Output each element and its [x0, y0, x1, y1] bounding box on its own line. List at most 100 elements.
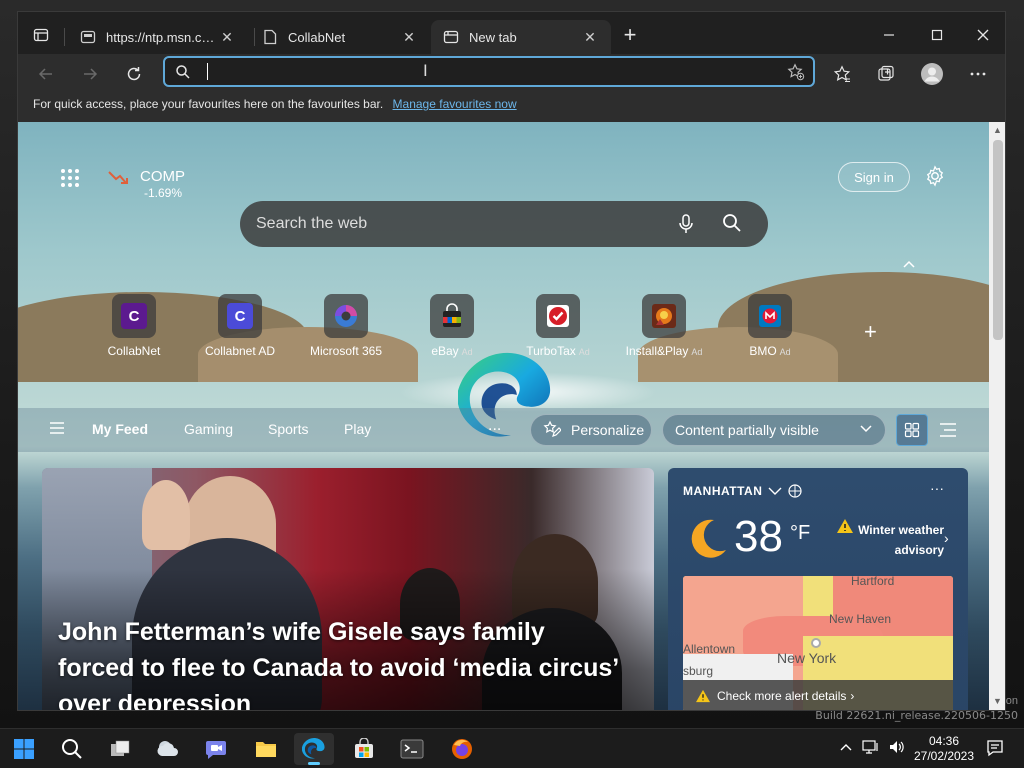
tab-new-tab[interactable]: New tab ✕ [431, 20, 611, 54]
weather-more-options-button[interactable]: ··· [930, 480, 944, 496]
ad-badge: Ad [578, 347, 590, 357]
task-view-button[interactable] [100, 733, 140, 765]
collections-button[interactable] [870, 58, 902, 90]
top-news-card[interactable]: John Fetterman’s wife Gisele says family… [42, 468, 654, 710]
tab-play[interactable]: Play [344, 421, 371, 437]
tab-sports[interactable]: Sports [268, 421, 308, 437]
stock-ticker[interactable]: COMP -1.69% [108, 168, 185, 200]
file-explorer-button[interactable] [246, 733, 286, 765]
personalize-button[interactable]: Personalize [530, 414, 652, 446]
microsoft-store-button[interactable] [344, 733, 384, 765]
edge-browser-window: https://ntp.msn.com/edge/ntp ✕ CollabNet… [17, 11, 1006, 711]
back-button[interactable] [30, 58, 62, 90]
scrollbar-thumb[interactable] [993, 140, 1003, 340]
tab-my-feed[interactable]: My Feed [92, 421, 148, 437]
taskbar-search-button[interactable] [52, 733, 92, 765]
quicklink-label: CollabNet [107, 344, 161, 358]
search-icon [175, 64, 191, 85]
map-label-new-haven: New Haven [829, 612, 892, 626]
ebay-bag-icon [430, 294, 474, 338]
page-settings-button[interactable] [924, 165, 946, 192]
weather-location[interactable]: MANHATTAN [683, 484, 802, 498]
map-label-new-york: New York [777, 650, 837, 666]
close-icon[interactable]: ✕ [400, 29, 418, 46]
close-icon[interactable]: ✕ [218, 29, 236, 46]
system-clock[interactable]: 04:36 27/02/2023 [912, 734, 976, 764]
chevron-right-icon[interactable]: › [944, 530, 949, 546]
address-input[interactable] [205, 58, 765, 85]
forward-button[interactable] [74, 58, 106, 90]
close-icon[interactable]: ✕ [581, 29, 599, 46]
show-hidden-icons-chevron-up-icon[interactable] [840, 739, 852, 757]
scroll-down-arrow-icon[interactable]: ▼ [993, 696, 1002, 706]
list-layout-button[interactable] [932, 414, 964, 446]
clock-date: 27/02/2023 [913, 749, 975, 763]
quicklink-collabnet[interactable]: C CollabNet [89, 294, 179, 358]
content-visibility-dropdown[interactable]: Content partially visible [662, 414, 886, 446]
store-bag-icon [355, 738, 373, 758]
new-tab-button[interactable]: + [618, 24, 642, 48]
check-alert-details-link[interactable]: Check more alert details › [683, 680, 953, 710]
quicklink-label: eBay [431, 344, 459, 358]
add-site-plus-icon[interactable]: + [864, 319, 877, 345]
firefox-button[interactable] [442, 733, 482, 765]
collapse-quicklinks-chevron-up-icon[interactable] [902, 256, 916, 272]
widgets-button[interactable] [148, 733, 188, 765]
manage-favourites-link[interactable]: Manage favourites now [393, 97, 517, 111]
weather-card[interactable]: MANHATTAN ··· 38 °F Winter weather advis… [668, 468, 968, 710]
terminal-button[interactable] [392, 733, 432, 765]
grid-layout-icon [904, 422, 920, 438]
grid-layout-button[interactable] [896, 414, 928, 446]
address-bar[interactable]: I [163, 56, 815, 87]
search-icon[interactable] [722, 213, 742, 238]
edge-taskbar-button[interactable] [294, 733, 334, 765]
maximize-button[interactable] [914, 20, 960, 50]
page-scrollbar[interactable]: ▲ ▼ [989, 122, 1005, 710]
ad-badge: Ad [779, 347, 791, 357]
minimize-button[interactable] [866, 20, 912, 50]
weather-alert[interactable]: Winter weather advisory [832, 520, 944, 560]
microsoft-365-icon [324, 294, 368, 338]
feed-more-button[interactable]: ... [488, 417, 501, 435]
tab-gaming[interactable]: Gaming [184, 421, 233, 437]
collections-icon [878, 65, 894, 81]
weather-alert-map[interactable]: Hartford New Haven Allentown New York sb… [683, 576, 953, 710]
collabnet-ad-icon: C [218, 294, 262, 338]
volume-icon[interactable] [888, 739, 906, 760]
refresh-button[interactable] [118, 58, 150, 90]
web-search-box[interactable] [240, 201, 768, 247]
hamburger-menu-icon[interactable] [50, 421, 64, 439]
maximize-icon [931, 29, 943, 41]
windows-logo-icon [14, 739, 34, 759]
desktop-edge-text: on [1005, 695, 1018, 707]
network-icon[interactable] [862, 739, 880, 760]
start-button[interactable] [4, 733, 44, 765]
close-window-button[interactable] [960, 20, 1005, 50]
profile-button[interactable] [916, 58, 948, 90]
tab-actions-button[interactable] [26, 22, 56, 48]
back-arrow-icon [38, 68, 52, 80]
tab-msn[interactable]: https://ntp.msn.com/edge/ntp ✕ [68, 20, 248, 54]
settings-more-button[interactable] [962, 58, 994, 90]
quicklink-install-play[interactable]: Install&Play Ad [619, 294, 709, 358]
sign-in-button[interactable]: Sign in [838, 162, 910, 192]
document-icon [262, 29, 278, 45]
scroll-up-arrow-icon[interactable]: ▲ [993, 125, 1002, 135]
quicklink-collabnet-ad[interactable]: C Collabnet AD [195, 294, 285, 358]
apps-launcher-button[interactable] [60, 168, 80, 193]
notifications-icon[interactable] [986, 739, 1004, 762]
add-favourite-icon[interactable] [787, 63, 805, 86]
tab-collabnet[interactable]: CollabNet ✕ [250, 20, 430, 54]
feed-navigation-bar: My Feed Gaming Sports Play ... Personali… [18, 408, 989, 452]
quicklink-microsoft-365[interactable]: Microsoft 365 [301, 294, 391, 358]
collabnet-icon: C [112, 294, 156, 338]
bmo-icon [748, 294, 792, 338]
favourites-button[interactable] [826, 58, 858, 90]
microphone-icon[interactable] [678, 214, 694, 239]
task-view-icon [111, 740, 130, 756]
news-headline[interactable]: John Fetterman’s wife Gisele says family… [58, 614, 618, 710]
teams-chat-button[interactable] [196, 733, 236, 765]
refresh-icon [127, 67, 141, 81]
quicklink-bmo[interactable]: BMO Ad [725, 294, 815, 358]
web-search-input[interactable] [256, 201, 656, 247]
